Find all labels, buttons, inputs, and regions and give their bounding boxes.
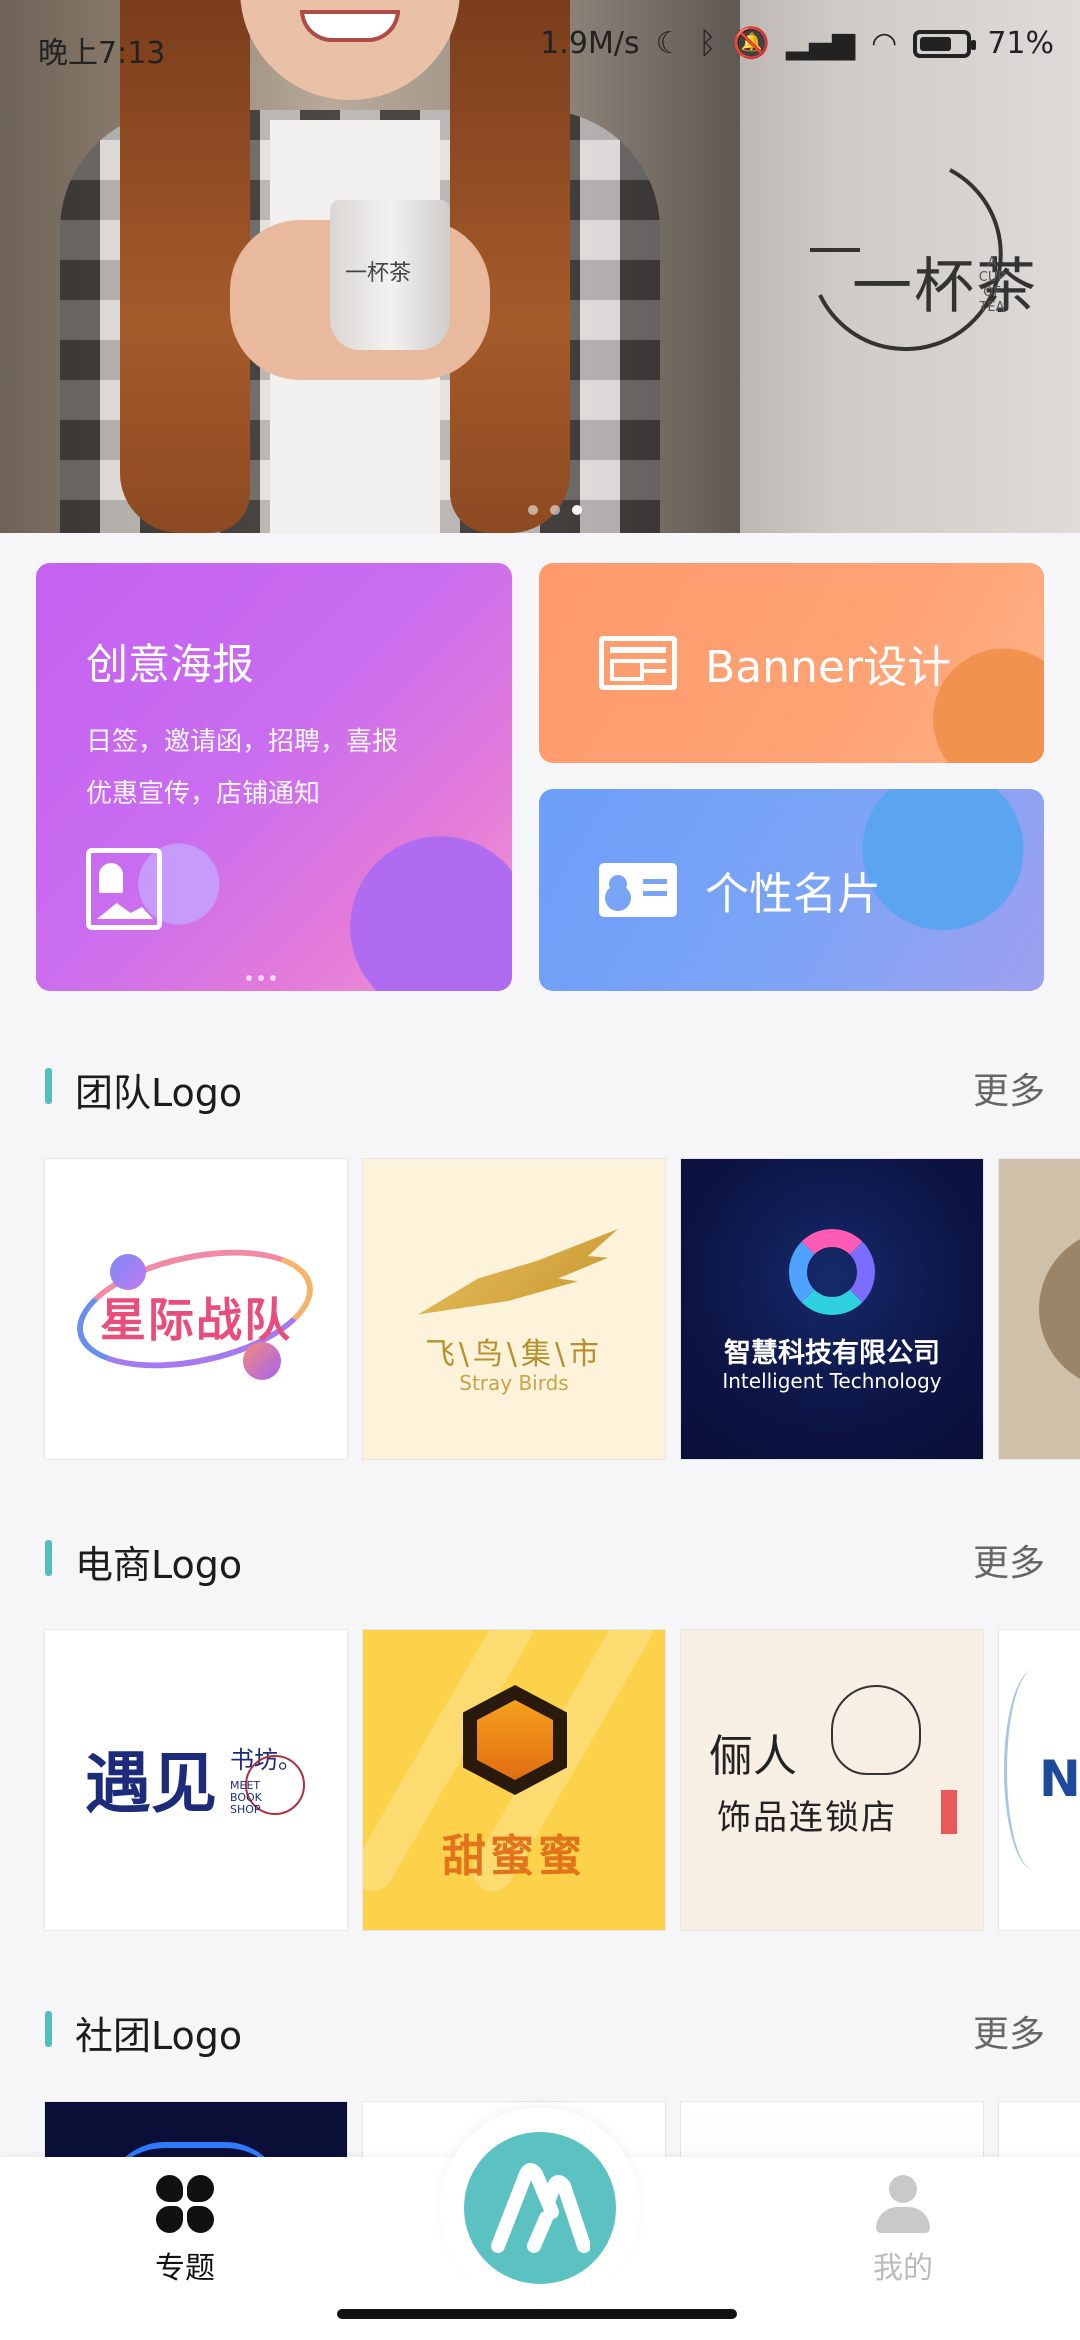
id-card-icon [599,863,677,917]
logo-tile[interactable]: N [998,1629,1080,1931]
section-title: 团队Logo [75,1071,243,1115]
brand-subtitle: A CUP OF TEA [978,255,1006,315]
logo-tile[interactable]: 智慧科技有限公司 Intelligent Technology [680,1158,984,1460]
carousel-indicator [528,505,582,515]
nav-me-label: 我的 [873,2251,933,2286]
brand-title: 一杯茶 [852,252,1038,322]
logo-text: 智慧科技有限公司 [724,1338,940,1369]
logo-subtext: Intelligent Technology [722,1369,942,1393]
logo-tile[interactable] [680,2101,984,2161]
wifi-icon: ◠ [871,26,898,61]
section-accent-bar [45,1068,52,1104]
logo-text: N [1039,1750,1080,1808]
person-icon [876,2175,930,2233]
clover-icon [156,2175,214,2233]
logo-tile[interactable]: 甜蜜蜜 [362,1629,666,1931]
logo-tile[interactable]: 飞\鸟\集\市 Stray Birds [362,1158,666,1460]
net-speed: 1.9M/s [540,26,640,61]
cup-logo-text: 一杯茶 [345,261,412,286]
namecard-title: 个性名片 [705,869,881,920]
card-dots [246,975,276,981]
creative-poster-card[interactable]: 创意海报 日签，邀请函，招聘，喜报 优惠宣传，店铺通知 [36,563,512,991]
banner-icon [599,636,677,690]
namecard-card[interactable]: 个性名片 [539,789,1044,991]
battery-icon [913,29,977,58]
more-link[interactable]: 更多 [973,1534,1045,1586]
logo-subtext: Stray Birds [459,1371,569,1395]
carousel-dot [528,505,538,515]
more-link[interactable]: 更多 [973,2005,1045,2057]
poster-desc-1: 日签，邀请函，招聘，喜报 [86,727,399,757]
section-title: 社团Logo [75,2014,243,2058]
logo-text: 甜蜜蜜 [442,1831,586,1882]
logo-text: 飞\鸟\集\市 [424,1337,604,1372]
ecommerce-logo-row[interactable]: 遇见 书坊。 MEET BOOK SHOP 甜蜜蜜 俪人 饰品连锁店 N [44,1629,1080,1933]
logo-tile[interactable]: 俪人 饰品连锁店 [680,1629,984,1931]
deer-icon [1039,1229,1080,1389]
team-logo-row[interactable]: 星际战队 飞\鸟\集\市 Stray Birds 智慧科技有限公司 Intell… [44,1158,1080,1462]
section-header-club: 社团Logo 更多 [45,2001,1045,2058]
carousel-dot [550,505,560,515]
logo-text: 俪人 [709,1731,797,1782]
status-bar: 晚上7:13 1.9M/s ☾ ᛒ 🔕 ▂▄▆ ◠ 71% [0,0,1080,90]
lady-face-icon [831,1685,921,1775]
logo-text: 遇见 [85,1744,217,1822]
logo-text: 星际战队 [100,1293,292,1347]
nav-me[interactable]: 我的 [858,2175,948,2287]
battery-percent: 71% [987,26,1054,61]
section-header-team: 团队Logo 更多 [45,1058,1045,1115]
app-logo-icon [491,2163,590,2253]
section-title: 电商Logo [75,1543,243,1587]
signal-icon: ▂▄▆ [785,26,856,61]
nav-topics[interactable]: 专题 [140,2175,230,2287]
logo-tile[interactable] [44,2101,348,2161]
poster-desc-2: 优惠宣传，店铺通知 [86,779,321,809]
image-icon [86,848,162,930]
knot-icon [789,1229,875,1315]
section-accent-bar [45,2011,52,2047]
banner-title: Banner设计 [705,642,952,693]
logo-tile[interactable]: 星际战队 [44,1158,348,1460]
carousel-dot-active [572,505,582,515]
poster-title: 创意海报 [86,640,255,689]
bluetooth-icon: ᛒ [698,26,717,61]
create-fab-button[interactable] [464,2132,616,2284]
moon-icon: ☾ [655,26,683,61]
banner-design-card[interactable]: Banner设计 [539,563,1044,763]
logo-tile[interactable] [998,1158,1080,1460]
logo-subtext: 饰品连锁店 [717,1798,897,1838]
section-header-ecommerce: 电商Logo 更多 [45,1530,1045,1587]
mute-icon: 🔕 [732,26,770,61]
logo-tile[interactable]: 遇见 书坊。 MEET BOOK SHOP [44,1629,348,1931]
nav-topics-label: 专题 [155,2251,215,2286]
section-accent-bar [45,1540,52,1576]
wing-icon [418,1229,618,1315]
home-indicator[interactable] [337,2309,737,2319]
status-time: 晚上7:13 [38,36,166,71]
more-link[interactable]: 更多 [973,1062,1045,1114]
logo-small-text: MEET BOOK SHOP [230,1779,262,1816]
logo-tile[interactable] [998,2101,1080,2161]
